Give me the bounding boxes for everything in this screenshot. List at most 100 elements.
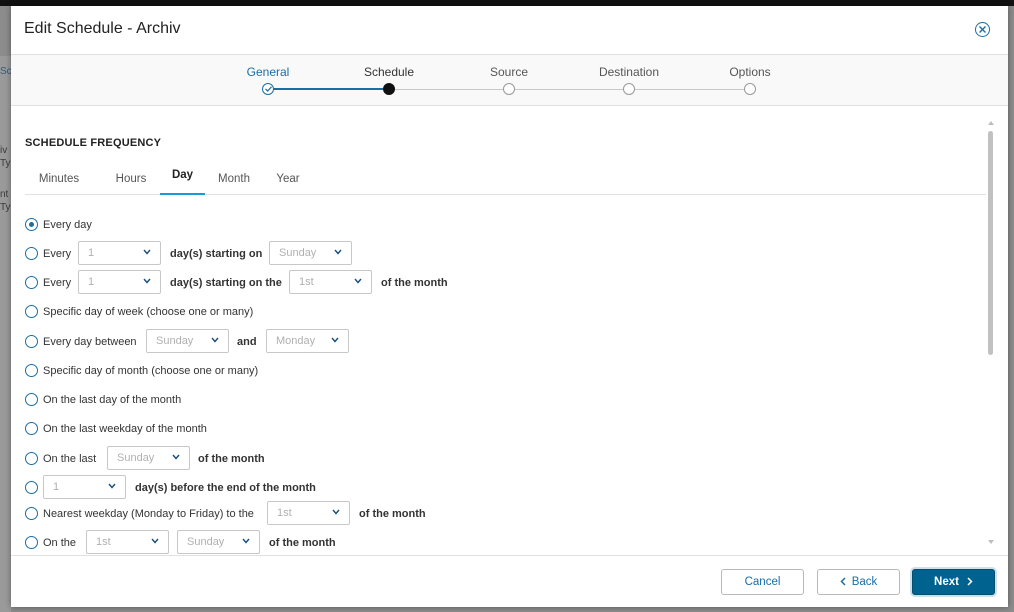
option-label: On the last weekday of the month <box>43 423 207 435</box>
radio-every-n-days-monthday[interactable] <box>25 276 38 289</box>
option-label: Every <box>43 248 72 260</box>
wizard-stepper: General Schedule Source Destination Opti… <box>11 55 1008 106</box>
wizard-step-general[interactable]: General <box>208 55 328 106</box>
dialog-footer: Cancel Back Next <box>11 555 1008 607</box>
ordinal-select[interactable]: 1st <box>86 530 169 554</box>
option-nearest-weekday: Nearest weekday (Monday to Friday) to th… <box>25 501 525 527</box>
chevron-down-icon <box>151 538 159 544</box>
wizard-step-schedule[interactable]: Schedule <box>329 55 449 106</box>
radio-last-day[interactable] <box>25 393 38 406</box>
step-complete-marker <box>262 83 274 95</box>
select-value: Monday <box>276 335 316 347</box>
option-every-n-days-weekday: Every 1 day(s) starting on Sunday <box>25 241 425 267</box>
option-label: Specific day of week (choose one or many… <box>43 306 254 318</box>
step-pending-marker <box>503 83 515 95</box>
radio-specific-monthday[interactable] <box>25 364 38 377</box>
edit-schedule-dialog: Edit Schedule - Archiv General Schedule … <box>11 6 1008 607</box>
tab-year[interactable]: Year <box>275 163 301 195</box>
scrollbar-thumb[interactable] <box>988 131 993 355</box>
option-on-the: On the 1st Sunday of the month <box>25 530 425 555</box>
chevron-down-icon <box>332 509 340 515</box>
wizard-step-source[interactable]: Source <box>449 55 569 106</box>
dialog-header: Edit Schedule - Archiv <box>11 6 1008 55</box>
option-label: of the month <box>269 537 336 549</box>
tab-day[interactable]: Day <box>160 163 205 195</box>
option-label: and <box>237 336 257 348</box>
option-days-before-end: 1 day(s) before the end of the month <box>25 475 425 501</box>
chevron-down-icon <box>143 249 151 255</box>
option-label: of the month <box>198 453 265 465</box>
button-label: Next <box>934 576 959 588</box>
dialog-title: Edit Schedule - Archiv <box>24 20 181 37</box>
chevron-right-icon <box>967 577 973 586</box>
option-label: Every day <box>43 219 92 231</box>
option-last-named-day: On the last Sunday of the month <box>25 446 425 472</box>
chevron-down-icon <box>211 337 219 343</box>
select-value: 1st <box>299 276 314 288</box>
day-count-select[interactable]: 1 <box>78 241 161 265</box>
scroll-down-arrow-icon <box>988 540 994 544</box>
option-label: On the last day of the month <box>43 394 182 406</box>
radio-last-named-day[interactable] <box>25 452 38 465</box>
select-value: Sunday <box>156 335 194 347</box>
chevron-left-icon <box>840 577 846 586</box>
step-pending-marker <box>744 83 756 95</box>
radio-specific-weekday[interactable] <box>25 305 38 318</box>
wizard-step-label: Options <box>729 65 771 79</box>
select-value: Sunday <box>187 536 225 548</box>
radio-days-before-end[interactable] <box>25 481 38 494</box>
wizard-step-label: Schedule <box>363 65 415 79</box>
content-scrollbar[interactable] <box>986 119 996 552</box>
day-count-select[interactable]: 1 <box>43 475 126 499</box>
button-label: Back <box>851 576 878 588</box>
from-weekday-select[interactable]: Sunday <box>146 329 229 353</box>
option-specific-monthday: Specific day of month (choose one or man… <box>25 364 325 384</box>
to-weekday-select[interactable]: Monday <box>266 329 349 353</box>
option-label: Every day between <box>43 336 137 348</box>
radio-on-the[interactable] <box>25 536 38 549</box>
weekday-select[interactable]: Sunday <box>107 446 190 470</box>
radio-every-n-days-weekday[interactable] <box>25 247 38 260</box>
monthday-select[interactable]: 1st <box>267 501 350 525</box>
tab-month[interactable]: Month <box>216 163 252 195</box>
select-value: 1st <box>96 536 111 548</box>
chevron-down-icon <box>242 538 250 544</box>
tab-hours[interactable]: Hours <box>113 163 149 195</box>
option-every-day: Every day <box>25 218 325 238</box>
select-value: Sunday <box>279 247 317 259</box>
background-text-fragment: Ty <box>0 202 11 213</box>
option-label: of the month <box>381 277 448 289</box>
background-text-fragment: iv <box>0 145 8 156</box>
next-button[interactable]: Next <box>912 569 995 595</box>
option-label: day(s) starting on the <box>170 277 282 289</box>
radio-last-weekday[interactable] <box>25 422 38 435</box>
cancel-button[interactable]: Cancel <box>721 569 804 595</box>
option-label: of the month <box>359 508 426 520</box>
background-text-fragment: nt <box>0 189 9 200</box>
step-pending-marker <box>623 83 635 95</box>
weekday-select[interactable]: Sunday <box>177 530 260 554</box>
close-button[interactable] <box>975 22 990 37</box>
option-between: Every day between Sunday and Monday <box>25 329 425 355</box>
wizard-step-options[interactable]: Options <box>690 55 810 106</box>
option-every-n-days-monthday: Every 1 day(s) starting on the 1st of th… <box>25 270 525 296</box>
background-text-fragment: Ty <box>0 158 11 169</box>
select-value: Sunday <box>117 452 155 464</box>
chevron-down-icon <box>334 249 342 255</box>
radio-nearest-weekday[interactable] <box>25 507 38 520</box>
back-button[interactable]: Back <box>817 569 900 595</box>
radio-between[interactable] <box>25 335 38 348</box>
chevron-down-icon <box>354 278 362 284</box>
wizard-step-label: Source <box>489 65 529 79</box>
option-last-weekday: On the last weekday of the month <box>25 422 325 442</box>
monthday-select[interactable]: 1st <box>289 270 372 294</box>
select-value: 1st <box>277 507 292 519</box>
chevron-down-icon <box>331 337 339 343</box>
radio-every-day[interactable] <box>25 218 38 231</box>
step-active-marker <box>383 83 395 95</box>
day-count-select[interactable]: 1 <box>78 270 161 294</box>
weekday-select[interactable]: Sunday <box>269 241 352 265</box>
tab-minutes[interactable]: Minutes <box>37 163 81 195</box>
frequency-tabs: Minutes Hours Day Month Year <box>25 163 986 195</box>
wizard-step-destination[interactable]: Destination <box>569 55 689 106</box>
